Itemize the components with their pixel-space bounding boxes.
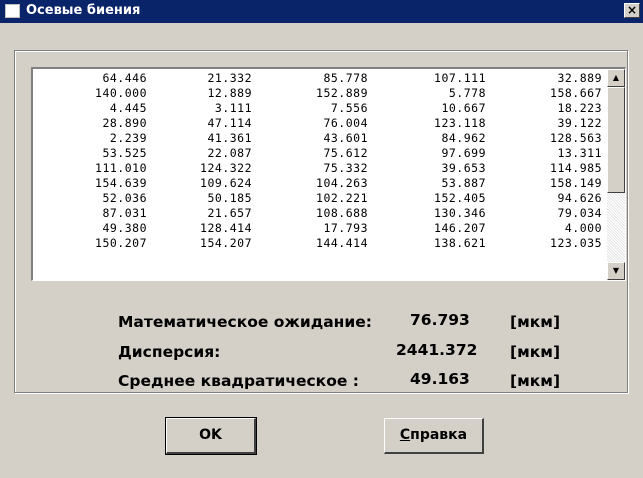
table-row[interactable]: 140.000 12.889 152.889 5.778 158.667	[33, 86, 603, 101]
table-cell: 140.000	[95, 86, 147, 100]
table-cell: 104.263	[316, 176, 368, 190]
table-cell: 123.118	[434, 116, 486, 130]
table-cell: 138.621	[434, 236, 486, 250]
table-cell: 97.699	[441, 146, 486, 160]
table-cell: 43.601	[323, 131, 368, 145]
table-cell: 32.889	[557, 71, 602, 85]
table-cell: 41.361	[207, 131, 252, 145]
table-cell: 146.207	[434, 221, 486, 235]
table-cell: 18.223	[557, 101, 602, 115]
table-cell: 128.563	[550, 131, 602, 145]
variance-value: 2441.372	[396, 341, 478, 359]
table-row[interactable]: 87.031 21.657 108.688 130.346 79.034	[33, 206, 603, 221]
table-cell: 144.414	[316, 236, 368, 250]
help-button[interactable]: Справка	[384, 418, 484, 454]
table-cell: 102.221	[316, 191, 368, 205]
mean-label: Математическое ожидание:	[118, 313, 372, 331]
table-cell: 50.185	[207, 191, 252, 205]
table-cell: 10.667	[441, 101, 486, 115]
table-row[interactable]: 111.010 124.322 75.332 39.653 114.985	[33, 161, 603, 176]
dialog-window: Осевые биения × 64.446 21.332 85.778 107.11…	[0, 0, 643, 478]
table-cell: 128.414	[200, 221, 252, 235]
stddev-value: 49.163	[410, 370, 470, 388]
table-cell: 152.889	[316, 86, 368, 100]
mean-unit: [мкм]	[510, 313, 561, 331]
table-row[interactable]: 28.890 47.114 76.004 123.118 39.122	[33, 116, 603, 131]
stddev-label: Среднее квадратическое :	[118, 372, 359, 390]
table-cell: 17.793	[323, 221, 368, 235]
table-cell: 22.087	[207, 146, 252, 160]
window-icon	[5, 4, 20, 18]
table-cell: 114.985	[550, 161, 602, 175]
table-cell: 109.624	[200, 176, 252, 190]
table-cell: 158.149	[550, 176, 602, 190]
vertical-scrollbar[interactable]: ▲ ▼	[607, 69, 625, 280]
table-row[interactable]: 154.639 109.624 104.263 53.887 158.149	[33, 176, 603, 191]
table-cell: 4.000	[564, 221, 602, 235]
close-button[interactable]: ×	[624, 3, 640, 18]
help-accel: С	[399, 427, 411, 443]
table-cell: 2.239	[109, 131, 147, 145]
table-cell: 150.207	[95, 236, 147, 250]
table-cell: 47.114	[207, 116, 252, 130]
table-cell: 154.207	[200, 236, 252, 250]
table-cell: 5.778	[448, 86, 486, 100]
table-cell: 39.653	[441, 161, 486, 175]
table-cell: 94.626	[557, 191, 602, 205]
window-title: Осевые биения	[26, 3, 141, 18]
table-cell: 107.111	[434, 71, 486, 85]
variance-unit: [мкм]	[510, 343, 561, 361]
table-cell: 13.311	[557, 146, 602, 160]
stddev-unit: [мкм]	[510, 372, 561, 390]
table-cell: 21.657	[207, 206, 252, 220]
table-cell: 84.962	[441, 131, 486, 145]
title-bar[interactable]: Осевые биения ×	[0, 0, 643, 23]
table-cell: 53.525	[102, 146, 147, 160]
table-cell: 130.346	[434, 206, 486, 220]
table-row[interactable]: 64.446 21.332 85.778 107.111 32.889	[33, 71, 603, 86]
table-cell: 158.667	[550, 86, 602, 100]
table-cell: 123.035	[550, 236, 602, 250]
table-cell: 52.036	[102, 191, 147, 205]
table-cell: 64.446	[102, 71, 147, 85]
table-cell: 79.034	[557, 206, 602, 220]
variance-label: Дисперсия:	[118, 343, 221, 361]
help-label: правка	[410, 427, 468, 443]
table-cell: 85.778	[323, 71, 368, 85]
table-row[interactable]: 53.525 22.087 75.612 97.699 13.311	[33, 146, 603, 161]
table-cell: 87.031	[102, 206, 147, 220]
table-cell: 111.010	[95, 161, 147, 175]
table-cell: 28.890	[102, 116, 147, 130]
table-cell: 75.332	[323, 161, 368, 175]
table-cell: 49.380	[102, 221, 147, 235]
table-cell: 3.111	[214, 101, 252, 115]
table-cell: 152.405	[434, 191, 486, 205]
mean-value: 76.793	[410, 311, 470, 329]
table-cell: 21.332	[207, 71, 252, 85]
scroll-up-button[interactable]: ▲	[607, 69, 625, 87]
table-cell: 108.688	[316, 206, 368, 220]
scroll-down-button[interactable]: ▼	[607, 262, 625, 280]
values-rows: 64.446 21.332 85.778 107.111 32.889 140.000 12…	[33, 71, 603, 251]
values-list[interactable]: 64.446 21.332 85.778 107.111 32.889 140.000 12…	[31, 67, 626, 281]
scroll-thumb[interactable]	[607, 87, 625, 193]
table-cell: 7.556	[330, 101, 368, 115]
table-cell: 154.639	[95, 176, 147, 190]
table-row[interactable]: 49.380 128.414 17.793 146.207 4.000	[33, 221, 603, 236]
table-cell: 39.122	[557, 116, 602, 130]
table-cell: 124.322	[200, 161, 252, 175]
table-cell: 4.445	[109, 101, 147, 115]
table-row[interactable]: 52.036 50.185 102.221 152.405 94.626	[33, 191, 603, 206]
ok-button[interactable]: OK	[165, 417, 257, 455]
table-row[interactable]: 2.239 41.361 43.601 84.962 128.563	[33, 131, 603, 146]
table-row[interactable]: 4.445 3.111 7.556 10.667 18.223	[33, 101, 603, 116]
table-cell: 75.612	[323, 146, 368, 160]
table-cell: 76.004	[323, 116, 368, 130]
table-row[interactable]: 150.207 154.207 144.414 138.621 123.035	[33, 236, 603, 251]
table-cell: 12.889	[207, 86, 252, 100]
table-cell: 53.887	[441, 176, 486, 190]
